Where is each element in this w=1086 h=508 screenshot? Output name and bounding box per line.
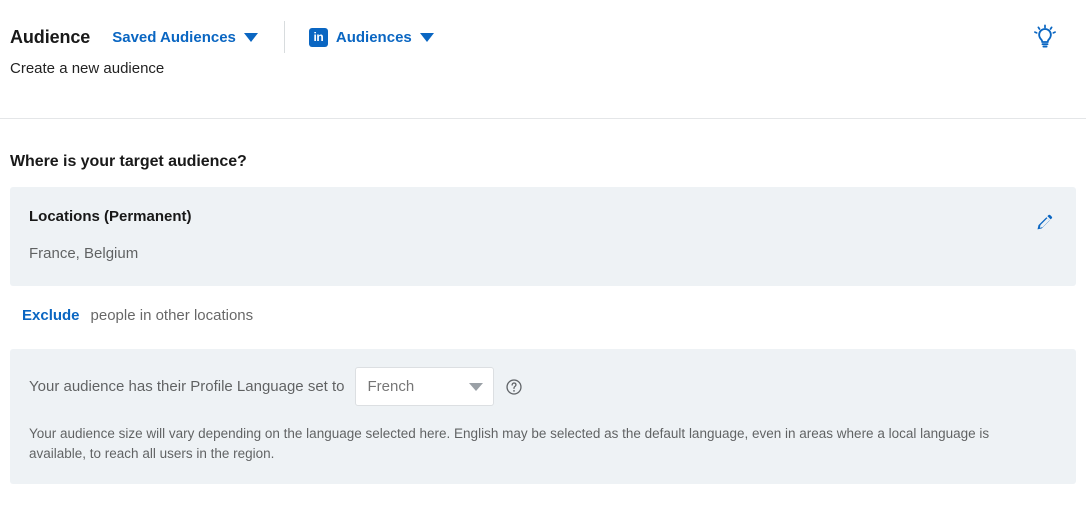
locations-card-value: France, Belgium (29, 245, 139, 263)
profile-language-select[interactable]: French (354, 367, 494, 407)
chevron-down-icon (468, 382, 483, 391)
exclude-description: people in other locations (90, 307, 254, 325)
bulb-glass (1038, 28, 1052, 43)
linkedin-audiences-label: Audiences (335, 28, 412, 46)
saved-audiences-label: Saved Audiences (112, 28, 236, 46)
header-divider-line (0, 118, 1086, 119)
chevron-down-icon (419, 32, 434, 42)
section-heading: Where is your target audience? (10, 153, 247, 170)
exclude-link[interactable]: Exclude (22, 307, 80, 325)
tips-lightbulb-button[interactable] (1028, 20, 1062, 54)
saved-audiences-dropdown[interactable]: Saved Audiences (112, 30, 258, 45)
profile-language-row: Your audience has their Profile Language… (29, 367, 1057, 407)
linkedin-audiences-dropdown[interactable]: in Audiences (308, 27, 434, 47)
exclude-row: Exclude people in other locations (10, 307, 1076, 325)
target-audience-section: Where is your target audience? Locations… (0, 152, 1086, 485)
profile-language-label: Your audience has their Profile Language… (29, 377, 345, 395)
profile-language-note: Your audience size will vary depending o… (29, 426, 990, 462)
question-circle-icon (505, 379, 522, 395)
profile-language-card: Your audience has their Profile Language… (10, 349, 1076, 485)
header-vertical-divider (283, 21, 285, 53)
profile-language-help-button[interactable] (505, 378, 523, 396)
page-title: Audience (10, 27, 91, 47)
linkedin-logo-icon: in (308, 27, 328, 47)
locations-card: Locations (Permanent) France, Belgium (10, 187, 1076, 287)
pencil-icon (1037, 214, 1053, 230)
chevron-down-icon (243, 32, 258, 42)
lightbulb-icon (1034, 24, 1056, 48)
locations-card-title: Locations (Permanent) (29, 208, 192, 226)
page-header: Audience Saved Audiences in Audiences (0, 0, 1086, 74)
edit-locations-button[interactable] (1032, 209, 1058, 235)
profile-language-selected-value: French (367, 377, 415, 395)
